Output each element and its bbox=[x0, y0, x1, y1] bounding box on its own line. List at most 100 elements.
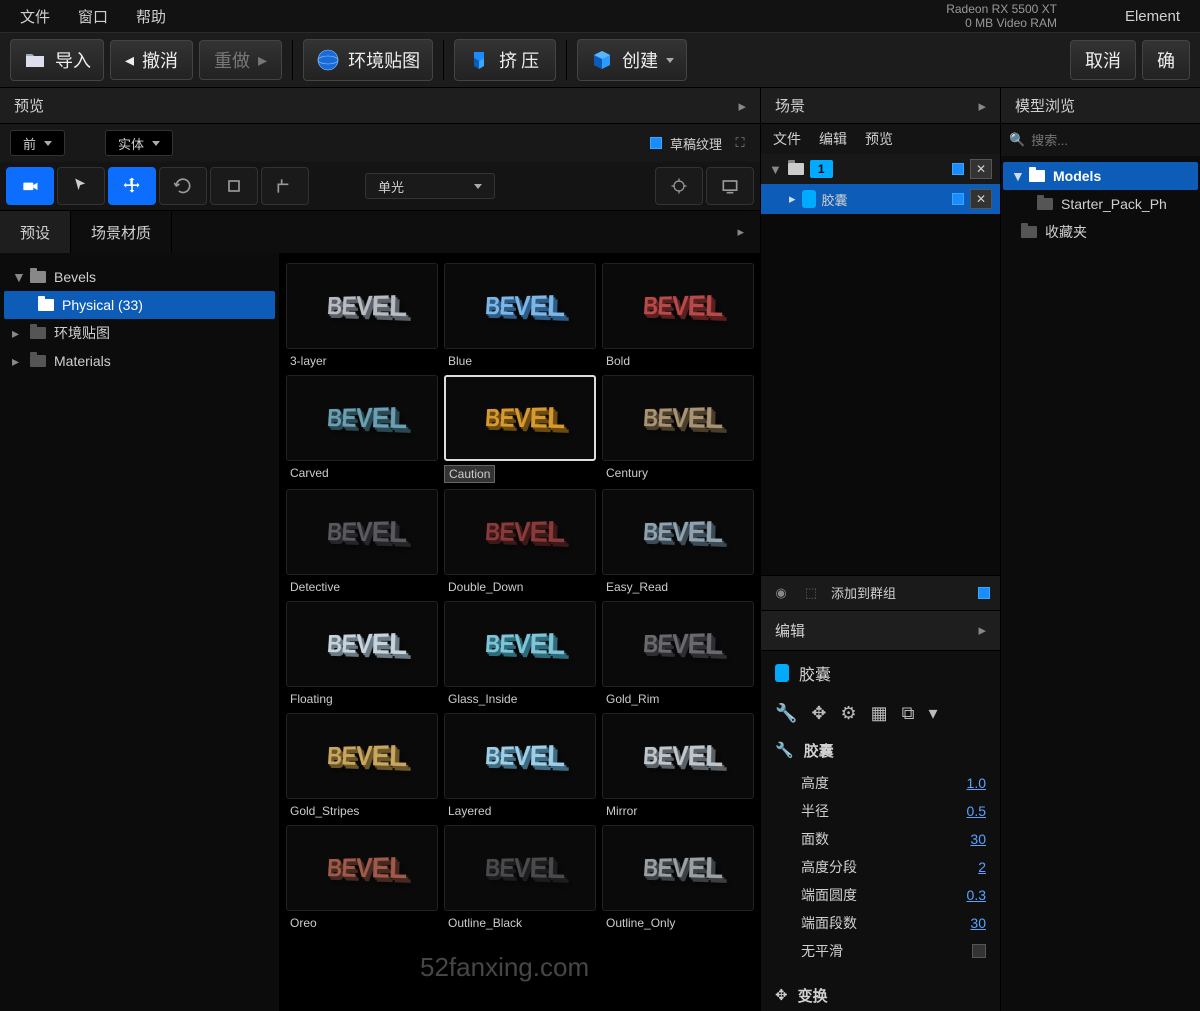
preset-thumb[interactable]: BEVELBlue bbox=[444, 263, 596, 369]
preset-label: Detective bbox=[286, 579, 438, 595]
anchor-tool[interactable] bbox=[261, 167, 309, 205]
tab-material[interactable]: 场景材质 bbox=[71, 211, 172, 253]
menu-file[interactable]: 文件 bbox=[20, 6, 50, 27]
property-row[interactable]: 端面圆度0.3 bbox=[761, 881, 1000, 909]
preset-label: Gold_Rim bbox=[602, 691, 754, 707]
preset-thumb[interactable]: BEVELCarved bbox=[286, 375, 438, 483]
cancel-button[interactable]: 取消 bbox=[1070, 40, 1136, 80]
preset-thumb[interactable]: BEVELDouble_Down bbox=[444, 489, 596, 595]
property-row[interactable]: 面数30 bbox=[761, 825, 1000, 853]
fullscreen-icon[interactable]: ⛶ bbox=[730, 133, 750, 153]
capsule-delete[interactable]: ✕ bbox=[970, 189, 992, 209]
preset-thumb[interactable]: BEVELFloating bbox=[286, 601, 438, 707]
edit-object-name: 胶囊 bbox=[761, 651, 1000, 695]
view-dropdown[interactable]: 前 bbox=[10, 130, 65, 156]
preset-label: Oreo bbox=[286, 915, 438, 931]
property-value[interactable]: 30 bbox=[970, 915, 986, 931]
prop-nosmooth[interactable]: 无平滑 bbox=[761, 937, 1000, 965]
draft-checkbox[interactable] bbox=[650, 137, 662, 149]
preset-label: Double_Down bbox=[444, 579, 596, 595]
property-value[interactable]: 0.5 bbox=[967, 803, 986, 819]
envmap-button[interactable]: 环境贴图 bbox=[303, 39, 433, 81]
tree-materials[interactable]: ▸Materials bbox=[4, 347, 275, 375]
gear-icon[interactable]: ⚙ bbox=[841, 703, 857, 724]
mode-dropdown[interactable]: 实体 bbox=[105, 130, 173, 156]
create-button[interactable]: 创建 bbox=[577, 39, 687, 81]
rotate-tool[interactable] bbox=[159, 167, 207, 205]
search-input[interactable] bbox=[1031, 133, 1200, 148]
preset-thumb[interactable]: BEVELEasy_Read bbox=[602, 489, 754, 595]
chevron-right-icon[interactable]: ▸ bbox=[978, 621, 986, 639]
property-value[interactable]: 0.3 bbox=[967, 887, 986, 903]
preset-thumb[interactable]: BEVELLayered bbox=[444, 713, 596, 819]
preset-thumb[interactable]: BEVELDetective bbox=[286, 489, 438, 595]
preset-thumb[interactable]: BEVEL3-layer bbox=[286, 263, 438, 369]
preset-thumb[interactable]: BEVELGold_Stripes bbox=[286, 713, 438, 819]
camera-tool[interactable] bbox=[6, 167, 54, 205]
scene-edit-menu[interactable]: 编辑 bbox=[819, 129, 847, 149]
redo-button[interactable]: 重做 ▸ bbox=[199, 40, 282, 80]
tree-envmap[interactable]: ▸环境贴图 bbox=[4, 319, 275, 347]
ok-button[interactable]: 确 bbox=[1142, 40, 1190, 80]
target-tool[interactable] bbox=[655, 167, 703, 205]
import-button[interactable]: 导入 bbox=[10, 39, 104, 81]
property-row[interactable]: 高度1.0 bbox=[761, 769, 1000, 797]
tab-preset[interactable]: 预设 bbox=[0, 211, 71, 253]
preset-label: Blue bbox=[444, 353, 596, 369]
undo-button[interactable]: ◂ 撤消 bbox=[110, 40, 193, 80]
select-tool[interactable] bbox=[57, 167, 105, 205]
extrude-icon bbox=[467, 48, 491, 72]
section-capsule[interactable]: 🔧胶囊 bbox=[761, 732, 1000, 769]
group-delete[interactable]: ✕ bbox=[970, 159, 992, 179]
tree-bevels[interactable]: ▼Bevels bbox=[4, 263, 275, 291]
preset-thumb[interactable]: BEVELOreo bbox=[286, 825, 438, 931]
preset-label: Outline_Black bbox=[444, 915, 596, 931]
preset-label: Caution bbox=[444, 465, 495, 483]
preset-thumb[interactable]: BEVELGold_Rim bbox=[602, 601, 754, 707]
property-row[interactable]: 半径0.5 bbox=[761, 797, 1000, 825]
preset-thumb[interactable]: BEVELCentury bbox=[602, 375, 754, 483]
menu-help[interactable]: 帮助 bbox=[136, 6, 166, 27]
wrench-icon[interactable]: 🔧 bbox=[775, 703, 797, 724]
scene-view-menu[interactable]: 预览 bbox=[865, 129, 893, 149]
brand-label: Element bbox=[1125, 8, 1180, 25]
preset-thumb[interactable]: BEVELCaution bbox=[444, 375, 596, 483]
light-dropdown[interactable]: 单光 bbox=[365, 173, 495, 199]
preset-thumb[interactable]: BEVELMirror bbox=[602, 713, 754, 819]
capsule-visible[interactable] bbox=[952, 193, 964, 205]
scene-capsule-row[interactable]: ▸ 胶囊 ✕ bbox=[761, 184, 1000, 214]
link-icon[interactable]: ⬚ bbox=[801, 583, 821, 603]
models-fav[interactable]: 收藏夹 bbox=[1003, 218, 1198, 246]
move-icon[interactable]: ✥ bbox=[811, 703, 826, 724]
scene-group-row[interactable]: ▼ 1 ✕ bbox=[761, 154, 1000, 184]
models-starter[interactable]: Starter_Pack_Ph bbox=[1003, 190, 1198, 218]
preset-thumb[interactable]: BEVELOutline_Black bbox=[444, 825, 596, 931]
group-visible[interactable] bbox=[952, 163, 964, 175]
preset-thumb[interactable]: BEVELBold bbox=[602, 263, 754, 369]
preset-thumb[interactable]: BEVELGlass_Inside bbox=[444, 601, 596, 707]
property-row[interactable]: 高度分段2 bbox=[761, 853, 1000, 881]
extrude-button[interactable]: 挤压 bbox=[454, 39, 556, 81]
chevron-right-icon[interactable]: ▸ bbox=[978, 97, 986, 115]
gpu-info: Radeon RX 5500 XT 0 MB Video RAM bbox=[946, 2, 1057, 31]
move-tool[interactable] bbox=[108, 167, 156, 205]
preset-thumb[interactable]: BEVELOutline_Only bbox=[602, 825, 754, 931]
sphere-icon[interactable]: ◉ bbox=[771, 583, 791, 603]
property-value[interactable]: 30 bbox=[970, 831, 986, 847]
property-value[interactable]: 2 bbox=[978, 859, 986, 875]
scene-file-menu[interactable]: 文件 bbox=[773, 129, 801, 149]
checker-icon[interactable]: ▦ bbox=[871, 703, 888, 724]
property-row[interactable]: 端面段数30 bbox=[761, 909, 1000, 937]
tree-physical[interactable]: Physical (33) bbox=[4, 291, 275, 319]
display-tool[interactable] bbox=[706, 167, 754, 205]
section-transform[interactable]: ✥变换 bbox=[761, 977, 1000, 1011]
addgroup-check[interactable] bbox=[978, 587, 990, 599]
chevron-right-icon[interactable]: ▸ bbox=[738, 97, 746, 115]
layers-icon[interactable]: ⧉ bbox=[902, 703, 915, 724]
scale-tool[interactable] bbox=[210, 167, 258, 205]
models-root[interactable]: ▼Models bbox=[1003, 162, 1198, 190]
more-icon[interactable]: ▾ bbox=[929, 703, 938, 724]
menu-window[interactable]: 窗口 bbox=[78, 6, 108, 27]
chevron-right-icon[interactable]: ▸ bbox=[721, 211, 760, 253]
property-value[interactable]: 1.0 bbox=[967, 775, 986, 791]
